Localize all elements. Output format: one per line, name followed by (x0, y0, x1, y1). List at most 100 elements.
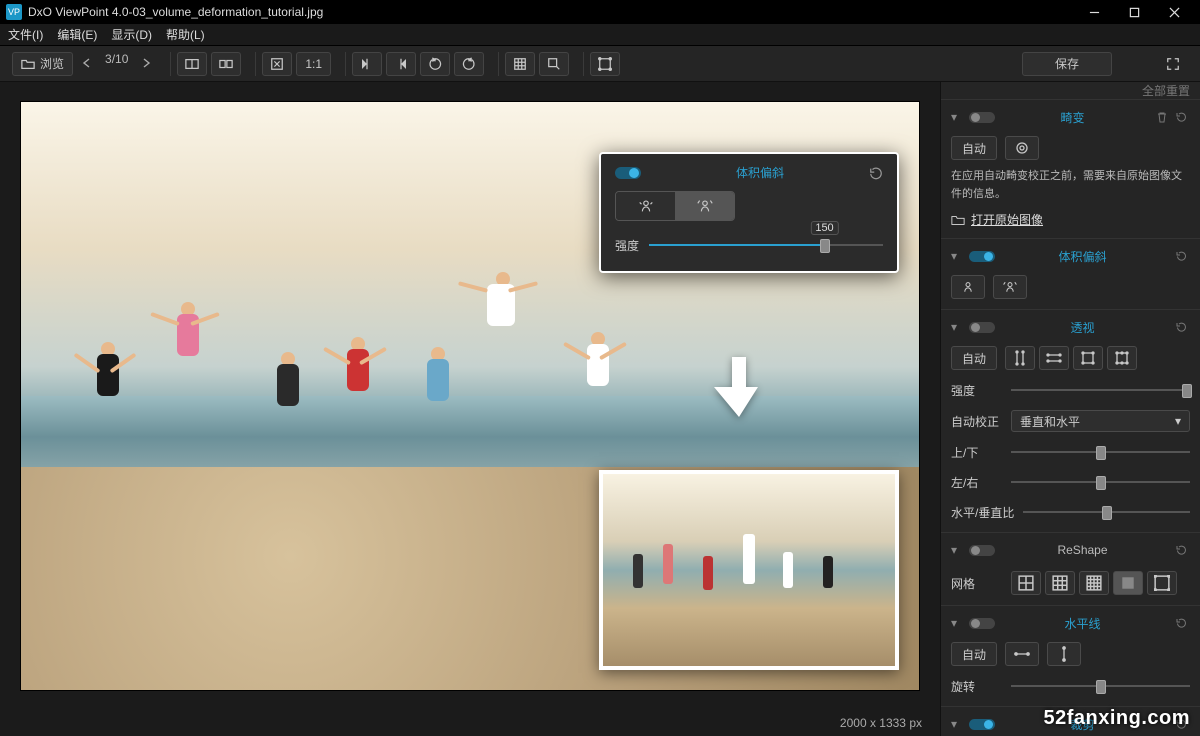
compare-sidebyside-button[interactable] (211, 52, 241, 76)
undo-icon[interactable] (1174, 544, 1190, 556)
window-maximize-button[interactable] (1114, 0, 1154, 24)
reshape-tool-button[interactable] (590, 52, 620, 76)
next-image-button[interactable] (136, 52, 156, 74)
menubar: 文件(I) 编辑(E) 显示(D) 帮助(L) (0, 24, 1200, 46)
image-canvas[interactable]: 体积偏斜 强度 150 (20, 101, 920, 691)
perspective-rectangle-button[interactable] (1073, 346, 1103, 370)
browse-label: 浏览 (40, 55, 64, 72)
grid-toggle-button[interactable] (505, 52, 535, 76)
chevron-down-icon[interactable]: ▾ (951, 320, 963, 334)
rotate-slider[interactable] (1011, 676, 1190, 696)
prev-image-button[interactable] (77, 52, 97, 74)
distortion-title: 畸变 (995, 109, 1150, 126)
grid-4x4-button[interactable] (1079, 571, 1109, 595)
crop-toggle[interactable] (969, 719, 995, 730)
overlay-title: 体积偏斜 (651, 164, 869, 181)
menu-edit[interactable]: 编辑(E) (57, 26, 97, 43)
flip-vertical-button[interactable] (386, 52, 416, 76)
grid-3x3-button[interactable] (1045, 571, 1075, 595)
reset-all-label[interactable]: 全部重置 (1142, 82, 1190, 99)
section-perspective: ▾ 透视 自动 强度 自动校正 垂直 (941, 310, 1200, 533)
undo-icon[interactable] (1174, 250, 1190, 262)
perspective-8point-button[interactable] (1107, 346, 1137, 370)
chevron-down-icon: ▾ (1175, 414, 1181, 428)
rotate-left-button[interactable] (420, 52, 450, 76)
horizon-vertical-button[interactable] (1047, 642, 1081, 666)
loupe-button[interactable] (539, 52, 569, 76)
perspective-horizontal-button[interactable] (1039, 346, 1069, 370)
distortion-toggle[interactable] (969, 112, 995, 123)
overlay-toggle[interactable] (615, 167, 641, 179)
horizon-auto-button[interactable]: 自动 (951, 642, 997, 666)
perspective-toggle[interactable] (969, 322, 995, 333)
overlay-intensity-slider[interactable]: 150 (649, 235, 883, 255)
distortion-lens-button[interactable] (1005, 136, 1039, 160)
chevron-down-icon[interactable]: ▾ (951, 717, 963, 731)
grid-solid-button[interactable] (1113, 571, 1143, 595)
horizon-toggle[interactable] (969, 618, 995, 629)
volume-spherical-button[interactable] (951, 275, 985, 299)
overlay-undo-icon[interactable] (869, 166, 883, 180)
overlay-intensity-value: 150 (810, 221, 838, 235)
zoom-100-button[interactable]: 1:1 (296, 52, 331, 76)
menu-file[interactable]: 文件(I) (8, 26, 43, 43)
menu-help[interactable]: 帮助(L) (166, 26, 205, 43)
volume-mode-cylindrical[interactable] (675, 192, 734, 220)
grid-custom-button[interactable] (1147, 571, 1177, 595)
volume-mode-segmented (615, 191, 735, 221)
zoom-fit-button[interactable] (262, 52, 292, 76)
autocorrect-select[interactable]: 垂直和水平 ▾ (1011, 410, 1190, 432)
autocorrect-label: 自动校正 (951, 413, 1011, 430)
reshape-toggle[interactable] (969, 545, 995, 556)
menu-view[interactable]: 显示(D) (111, 26, 152, 43)
result-inset-image (599, 470, 899, 670)
volume-anamorphosis-overlay: 体积偏斜 强度 150 (599, 152, 899, 273)
grid-label: 网格 (951, 575, 1011, 592)
distortion-auto-button[interactable]: 自动 (951, 136, 997, 160)
statusbar: 2000 x 1333 px (0, 710, 940, 736)
section-volume: ▾ 体积偏斜 (941, 239, 1200, 310)
volume-cylindrical-button[interactable] (993, 275, 1027, 299)
chevron-down-icon[interactable]: ▾ (951, 616, 963, 630)
window-minimize-button[interactable] (1074, 0, 1114, 24)
intensity-label: 强度 (951, 382, 1011, 399)
trash-icon[interactable] (1154, 111, 1170, 123)
chevron-down-icon[interactable]: ▾ (951, 543, 963, 557)
updown-label: 上/下 (951, 444, 1011, 461)
volume-title: 体积偏斜 (995, 248, 1170, 265)
save-button[interactable]: 保存 (1022, 52, 1112, 76)
rotate-label: 旋转 (951, 678, 1011, 695)
perspective-vertical-button[interactable] (1005, 346, 1035, 370)
leftright-slider[interactable] (1011, 472, 1190, 492)
titlebar: VP DxO ViewPoint 4.0 - 03_volume_deforma… (0, 0, 1200, 24)
undo-icon[interactable] (1174, 111, 1190, 123)
horizon-horizontal-button[interactable] (1005, 642, 1039, 666)
chevron-down-icon[interactable]: ▾ (951, 110, 963, 124)
updown-slider[interactable] (1011, 442, 1190, 462)
app-logo: VP (6, 4, 22, 20)
perspective-auto-button[interactable]: 自动 (951, 346, 997, 370)
distortion-help-text: 在应用自动畸变校正之前，需要来自原始图像文件的信息。 (951, 168, 1190, 203)
compare-split-button[interactable] (177, 52, 207, 76)
browse-button[interactable]: 浏览 (12, 52, 73, 76)
grid-2x2-button[interactable] (1011, 571, 1041, 595)
perspective-title: 透视 (995, 319, 1170, 336)
chevron-down-icon[interactable]: ▾ (951, 249, 963, 263)
title-file: 03_volume_deformation_tutorial.jpg (133, 5, 324, 19)
horizon-title: 水平线 (995, 615, 1170, 632)
flip-horizontal-button[interactable] (352, 52, 382, 76)
image-dimensions: 2000 x 1333 px (840, 716, 922, 730)
undo-icon[interactable] (1174, 617, 1190, 629)
fullscreen-button[interactable] (1158, 52, 1188, 76)
window-close-button[interactable] (1154, 0, 1194, 24)
perspective-intensity-slider[interactable] (1011, 380, 1190, 400)
volume-toggle[interactable] (969, 251, 995, 262)
overlay-intensity-label: 强度 (615, 237, 639, 254)
undo-icon[interactable] (1174, 321, 1190, 333)
open-original-link[interactable]: 打开原始图像 (951, 211, 1190, 228)
viewer: 体积偏斜 强度 150 (0, 82, 940, 736)
hv-slider[interactable] (1023, 502, 1190, 522)
hv-label: 水平/垂直比 (951, 504, 1023, 521)
rotate-right-button[interactable] (454, 52, 484, 76)
volume-mode-spherical[interactable] (616, 192, 675, 220)
